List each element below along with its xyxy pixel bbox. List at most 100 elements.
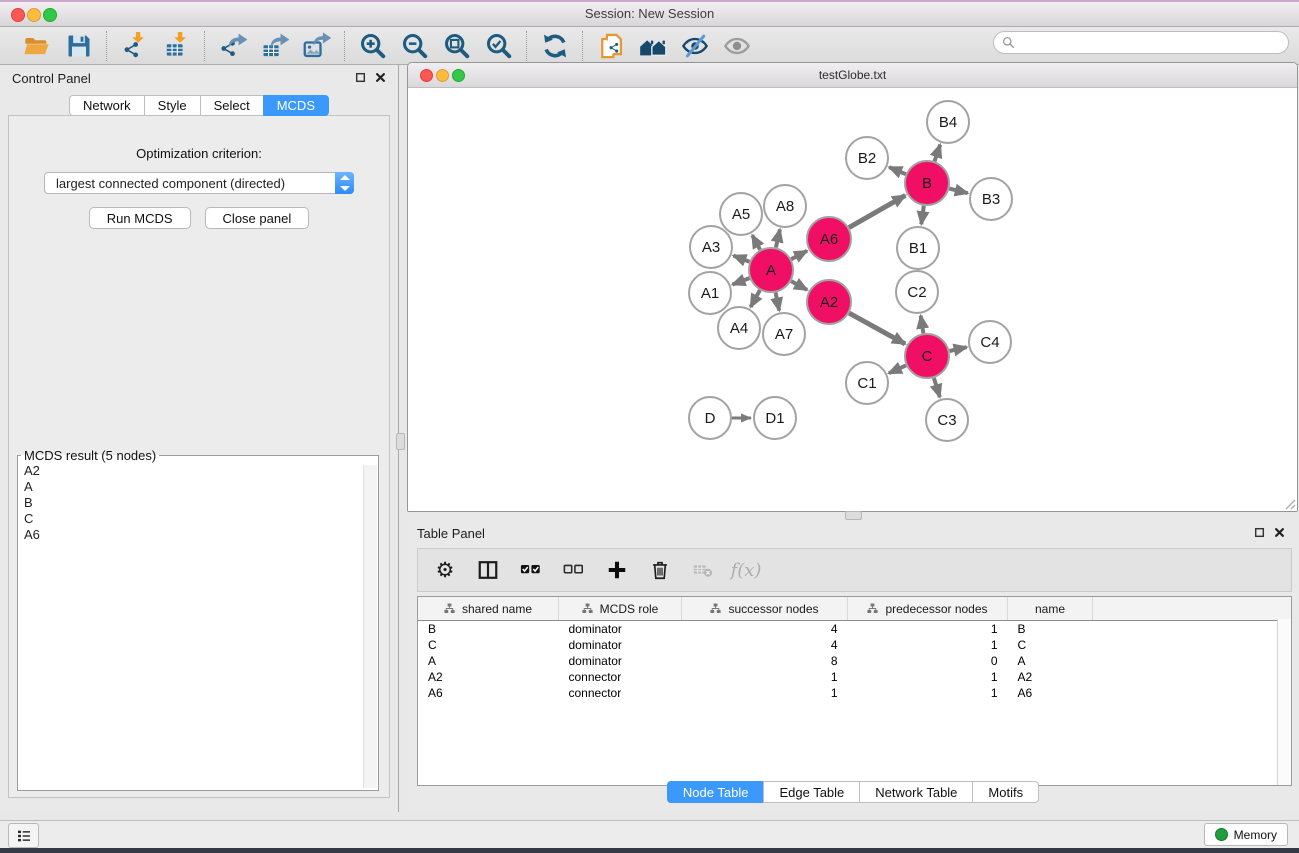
select-all-icon[interactable] (518, 557, 544, 583)
table-cell[interactable]: 1 (848, 669, 1008, 685)
tab-network[interactable]: Network (69, 95, 144, 116)
tab-node-table[interactable]: Node Table (667, 781, 764, 803)
float-panel-icon[interactable] (1254, 527, 1265, 538)
graph-node-A3[interactable]: A3 (690, 226, 732, 268)
table-cell[interactable]: B (418, 621, 559, 638)
close-panel-icon[interactable] (1274, 527, 1285, 538)
graph-node-C2[interactable]: C2 (896, 271, 938, 313)
tab-motifs[interactable]: Motifs (972, 781, 1039, 803)
criterion-select[interactable]: largest connected component (directed) (44, 172, 354, 194)
tab-style[interactable]: Style (144, 95, 200, 116)
graph-edge-A-A2[interactable] (791, 281, 807, 290)
graph-edge-B-B1[interactable] (921, 206, 924, 224)
graph-node-A1[interactable]: A1 (689, 272, 731, 314)
duplicate-network-icon[interactable] (596, 31, 626, 61)
graph-node-B3[interactable]: B3 (970, 178, 1012, 220)
graph-edge-C-C1[interactable] (889, 365, 906, 373)
table-cell[interactable]: A6 (1008, 685, 1093, 701)
hide-graphics-details-icon[interactable] (680, 31, 710, 61)
table-row[interactable]: Bdominator41B (418, 621, 1291, 638)
run-mcds-button[interactable]: Run MCDS (89, 207, 191, 229)
graph-edge-A-A4[interactable] (751, 290, 760, 307)
column-header-shared-name[interactable]: shared name (418, 597, 559, 621)
table-cell[interactable]: 1 (848, 685, 1008, 701)
graph-edge-A-A3[interactable] (733, 256, 749, 262)
graph-edge-A2-C[interactable] (849, 313, 905, 344)
vertical-split-grip[interactable] (396, 433, 405, 450)
result-scrollbar[interactable] (363, 465, 377, 788)
graph-node-C1[interactable]: C1 (846, 362, 888, 404)
graph-edge-B-B2[interactable] (889, 167, 906, 174)
table-cell[interactable]: dominator (559, 653, 682, 669)
table-cell[interactable]: connector (559, 685, 682, 701)
table-cell[interactable]: C (418, 637, 559, 653)
mcds-result-item[interactable]: A2 (24, 463, 378, 479)
zoom-selected-icon[interactable] (484, 31, 514, 61)
search-input[interactable] (1020, 33, 1288, 53)
add-column-icon[interactable] (604, 557, 630, 583)
graph-edge-A-A1[interactable] (733, 278, 750, 284)
mcds-result-item[interactable]: C (24, 511, 378, 527)
column-header-name[interactable]: name (1008, 597, 1093, 621)
graph-edge-A-A5[interactable] (752, 235, 760, 250)
table-settings-icon[interactable]: ⚙ (432, 557, 458, 583)
tab-edge-table[interactable]: Edge Table (763, 781, 859, 803)
refresh-layout-icon[interactable] (540, 31, 570, 61)
export-network-icon[interactable] (218, 31, 248, 61)
table-cell[interactable]: 1 (848, 637, 1008, 653)
table-cell[interactable]: A2 (1008, 669, 1093, 685)
zoom-out-icon[interactable] (400, 31, 430, 61)
close-panel-button[interactable]: Close panel (205, 207, 310, 229)
graph-edge-A-A7[interactable] (776, 293, 780, 311)
home-layout-icon[interactable] (638, 31, 668, 61)
graph-node-B2[interactable]: B2 (846, 137, 888, 179)
tab-network-table[interactable]: Network Table (859, 781, 972, 803)
tab-mcds[interactable]: MCDS (263, 95, 329, 116)
search-box[interactable] (993, 31, 1289, 54)
show-panels-button[interactable] (8, 823, 39, 848)
graph-node-A8[interactable]: A8 (764, 185, 806, 227)
graph-edge-A6-B[interactable] (849, 195, 905, 227)
graph-node-B[interactable]: B (905, 161, 949, 205)
table-cell[interactable]: dominator (559, 621, 682, 638)
table-cell[interactable]: 1 (682, 685, 848, 701)
open-file-icon[interactable] (22, 31, 52, 61)
table-cell[interactable]: A2 (418, 669, 559, 685)
memory-button[interactable]: Memory (1204, 823, 1288, 846)
network-canvas[interactable]: B4 B2 B B3 A8 A5 A6 A3 B1 A C2 A1 A2 A4 … (408, 88, 1297, 511)
graph-node-B4[interactable]: B4 (927, 101, 969, 143)
table-cell[interactable]: C (1008, 637, 1093, 653)
table-row[interactable]: Cdominator41C (418, 637, 1291, 653)
graph-node-D[interactable]: D (689, 397, 731, 439)
delete-column-icon[interactable] (647, 557, 673, 583)
table-row[interactable]: Adominator80A (418, 653, 1291, 669)
graph-edge-B-B3[interactable] (949, 189, 967, 194)
table-cell[interactable]: A (418, 653, 559, 669)
graph-node-D1[interactable]: D1 (754, 397, 796, 439)
table-cell[interactable]: B (1008, 621, 1093, 638)
graph-edge-C-C4[interactable] (950, 347, 967, 351)
graph-node-A5[interactable]: A5 (720, 193, 762, 235)
table-cell[interactable]: 4 (682, 621, 848, 638)
graph-node-A6[interactable]: A6 (807, 217, 851, 261)
column-header-MCDS-role[interactable]: MCDS role (559, 597, 682, 621)
mcds-result-item[interactable]: B (24, 495, 378, 511)
network-window-titlebar[interactable]: testGlobe.txt (408, 63, 1297, 88)
graph-edge-B-B4[interactable] (935, 145, 941, 162)
graph-edge-C-C2[interactable] (921, 316, 924, 334)
table-cell[interactable]: 1 (682, 669, 848, 685)
import-network-icon[interactable] (120, 31, 150, 61)
table-scrollbar[interactable] (1277, 619, 1291, 785)
column-header-successor-nodes[interactable]: successor nodes (682, 597, 848, 621)
graph-node-C3[interactable]: C3 (926, 399, 968, 441)
zoom-in-icon[interactable] (358, 31, 388, 61)
table-cell[interactable]: 4 (682, 637, 848, 653)
graph-edge-A-A6[interactable] (791, 251, 807, 259)
save-session-icon[interactable] (64, 31, 94, 61)
graph-node-A[interactable]: A (749, 248, 793, 292)
graph-node-A2[interactable]: A2 (807, 280, 851, 324)
graph-node-A7[interactable]: A7 (763, 313, 805, 355)
table-cell[interactable]: connector (559, 669, 682, 685)
table-cell[interactable]: 1 (848, 621, 1008, 638)
export-table-icon[interactable] (260, 31, 290, 61)
